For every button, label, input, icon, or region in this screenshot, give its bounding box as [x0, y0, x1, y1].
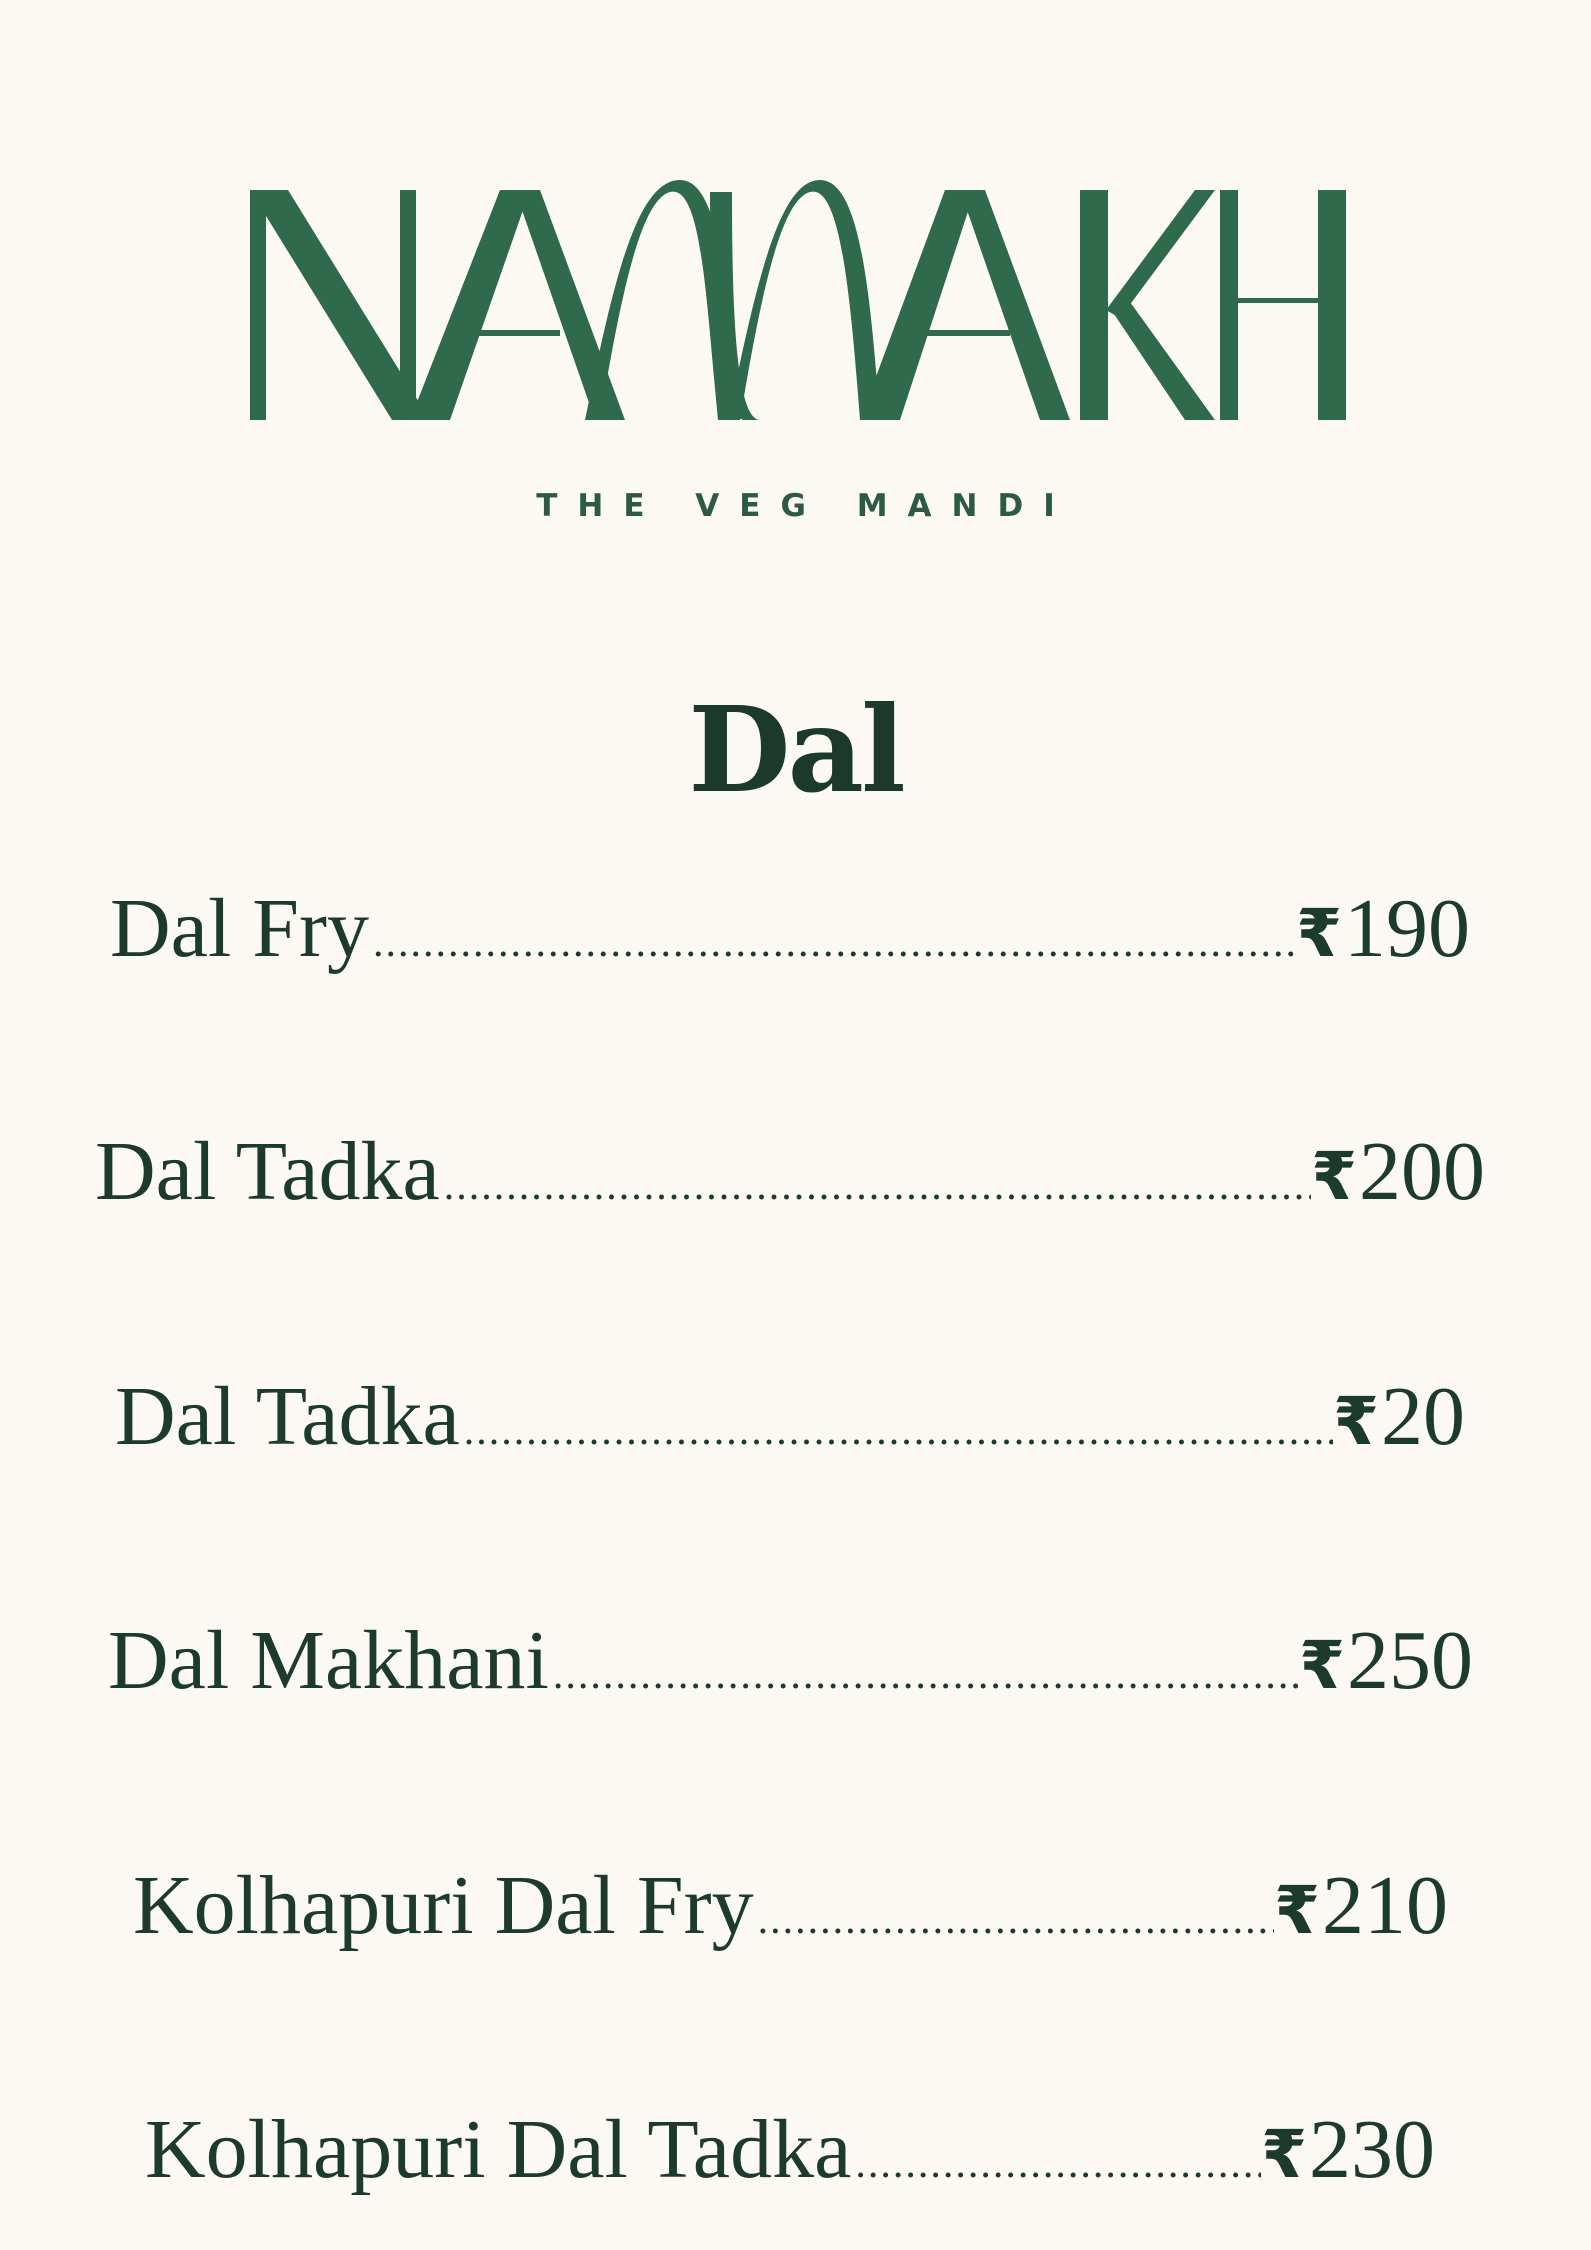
price-value: 250	[1347, 1614, 1473, 1707]
menu-item: Kolhapuri Dal Tadka ₹ 230	[145, 2101, 1435, 2198]
rupee-symbol: ₹	[1296, 895, 1342, 972]
menu-item-price: ₹ 20	[1333, 1368, 1465, 1465]
menu-item: Dal Makhani ₹ 250	[108, 1612, 1473, 1709]
section-title: Dal	[688, 680, 906, 819]
menu-item: Dal Fry ₹ 190	[110, 880, 1470, 977]
price-value: 20	[1381, 1370, 1465, 1463]
brand-logo	[240, 180, 1350, 430]
dotted-leader	[440, 1162, 1311, 1210]
price-value: 230	[1309, 2103, 1435, 2196]
brand-tagline: THE VEG MANDI	[536, 488, 1075, 524]
namakh-logo-graphic	[250, 180, 1346, 420]
menu-item-price: ₹ 230	[1261, 2101, 1435, 2198]
menu-item-name: Dal Tadka	[115, 1370, 460, 1463]
menu-item-name: Kolhapuri Dal Tadka	[145, 2103, 852, 2196]
dotted-leader	[549, 1651, 1299, 1699]
rupee-symbol: ₹	[1299, 1627, 1345, 1704]
rupee-symbol: ₹	[1333, 1383, 1379, 1460]
price-value: 200	[1359, 1125, 1485, 1218]
menu-item-name: Kolhapuri Dal Fry	[133, 1859, 754, 1952]
menu-item: Dal Tadka ₹ 200	[95, 1123, 1485, 1220]
menu-page: THE VEG MANDI Dal Dal Fry ₹ 190 Dal Tadk…	[0, 0, 1591, 2250]
rupee-symbol: ₹	[1261, 2116, 1307, 2193]
menu-item-price: ₹ 200	[1311, 1123, 1485, 1220]
dotted-leader	[754, 1896, 1274, 1944]
dotted-leader	[369, 919, 1296, 967]
menu-item-price: ₹ 190	[1296, 880, 1470, 977]
menu-item: Kolhapuri Dal Fry ₹ 210	[133, 1857, 1448, 1954]
menu-item-name: Dal Makhani	[108, 1614, 549, 1707]
dotted-leader	[851, 2140, 1261, 2188]
menu-item-price: ₹ 210	[1274, 1857, 1448, 1954]
price-value: 190	[1344, 882, 1470, 975]
price-value: 210	[1322, 1859, 1448, 1952]
menu-item-name: Dal Tadka	[95, 1125, 440, 1218]
menu-item-price: ₹ 250	[1299, 1612, 1473, 1709]
menu-item-name: Dal Fry	[110, 882, 369, 975]
menu-item: Dal Tadka ₹ 20	[115, 1368, 1465, 1465]
rupee-symbol: ₹	[1311, 1138, 1357, 1215]
dotted-leader	[460, 1407, 1333, 1455]
rupee-symbol: ₹	[1274, 1872, 1320, 1949]
